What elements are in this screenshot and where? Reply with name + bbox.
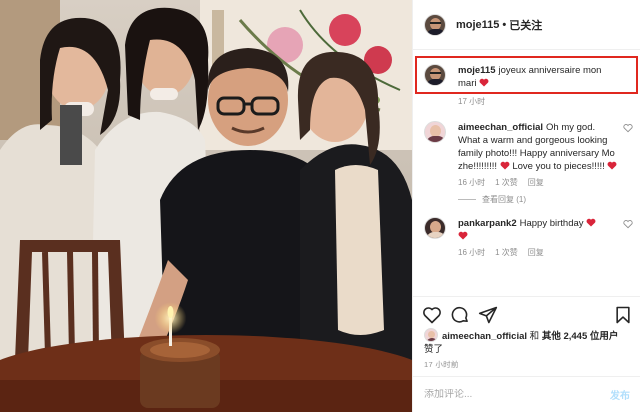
liker-username[interactable]: aimeechan_official — [442, 331, 527, 342]
reply-button[interactable]: 回复 — [528, 247, 544, 258]
heart-emoji-icon — [458, 231, 468, 240]
post-date: 17 小时前 — [424, 360, 459, 369]
comment-text: pankarpank2 Happy birthday — [458, 217, 619, 243]
commenter-avatar[interactable] — [424, 217, 446, 239]
reply-button[interactable]: 回复 — [528, 177, 544, 188]
caption-meta: 17 小时 — [458, 96, 619, 107]
follow-status-button[interactable]: 已关注 — [509, 17, 542, 33]
likes-summary: aimeechan_official 和 其他 2,445 位用户 赞了 — [424, 328, 634, 356]
comment-body-end: Love you to pieces!!!!! — [512, 161, 605, 172]
comment-icon[interactable] — [450, 305, 470, 325]
comment-time: 16 小时 — [458, 178, 486, 187]
add-comment-bar: 发布 — [413, 376, 640, 412]
heart-icon[interactable] — [422, 305, 442, 325]
likes-connector: 和 — [529, 331, 540, 342]
view-replies-label[interactable]: 查看回复 (1) — [482, 194, 526, 205]
comment-likes[interactable]: 1 次赞 — [495, 247, 518, 258]
comment-text: aimeechan_official Oh my god. What a warm… — [458, 121, 619, 173]
like-comment-heart-icon[interactable] — [623, 219, 633, 229]
commenter-username[interactable]: pankarpank2 — [458, 218, 517, 229]
liker-avatar[interactable] — [424, 328, 438, 342]
like-comment-heart-icon[interactable] — [623, 123, 633, 133]
caption-highlight-box — [415, 56, 638, 94]
author-username[interactable]: moje115 — [456, 19, 499, 31]
likes-suffix: 赞了 — [424, 344, 444, 355]
post-photo — [0, 0, 412, 412]
comment-item: pankarpank2 Happy birthday 16 小时 1 次赞 回复 — [413, 217, 640, 258]
comment-meta: 16 小时 1 次赞 回复 — [458, 247, 619, 258]
comment-time: 16 小时 — [458, 248, 486, 257]
caption-time: 17 小时 — [458, 97, 486, 106]
heart-emoji-icon — [607, 161, 617, 170]
action-bar — [413, 296, 640, 332]
share-icon[interactable] — [478, 305, 498, 325]
bookmark-icon[interactable] — [613, 305, 633, 325]
post-side-panel: moje115 • 已关注 moje115 joyeux anniversaire… — [412, 0, 640, 412]
separator-dot: • — [502, 18, 507, 31]
commenter-username[interactable]: aimeechan_official — [458, 122, 543, 133]
likes-others-count[interactable]: 其他 2,445 位用户 — [542, 331, 619, 342]
view-replies-button[interactable]: 查看回复 (1) — [458, 194, 640, 205]
post-comment-button[interactable]: 发布 — [610, 387, 630, 402]
add-comment-input[interactable] — [424, 389, 574, 400]
comment-item: aimeechan_official Oh my god. What a warm… — [413, 121, 640, 188]
replies-divider — [458, 199, 476, 200]
comment-likes[interactable]: 1 次赞 — [495, 177, 518, 188]
heart-emoji-icon — [500, 161, 510, 170]
author-avatar[interactable] — [424, 13, 446, 36]
post-header: moje115 • 已关注 — [413, 0, 640, 50]
comment-body: Happy birthday — [519, 218, 584, 229]
heart-emoji-icon — [586, 218, 596, 227]
commenter-avatar[interactable] — [424, 121, 446, 143]
comment-meta: 16 小时 1 次赞 回复 — [458, 177, 619, 188]
comments-list: moje115 joyeux anniversaire mon mari 17 小… — [413, 52, 640, 292]
